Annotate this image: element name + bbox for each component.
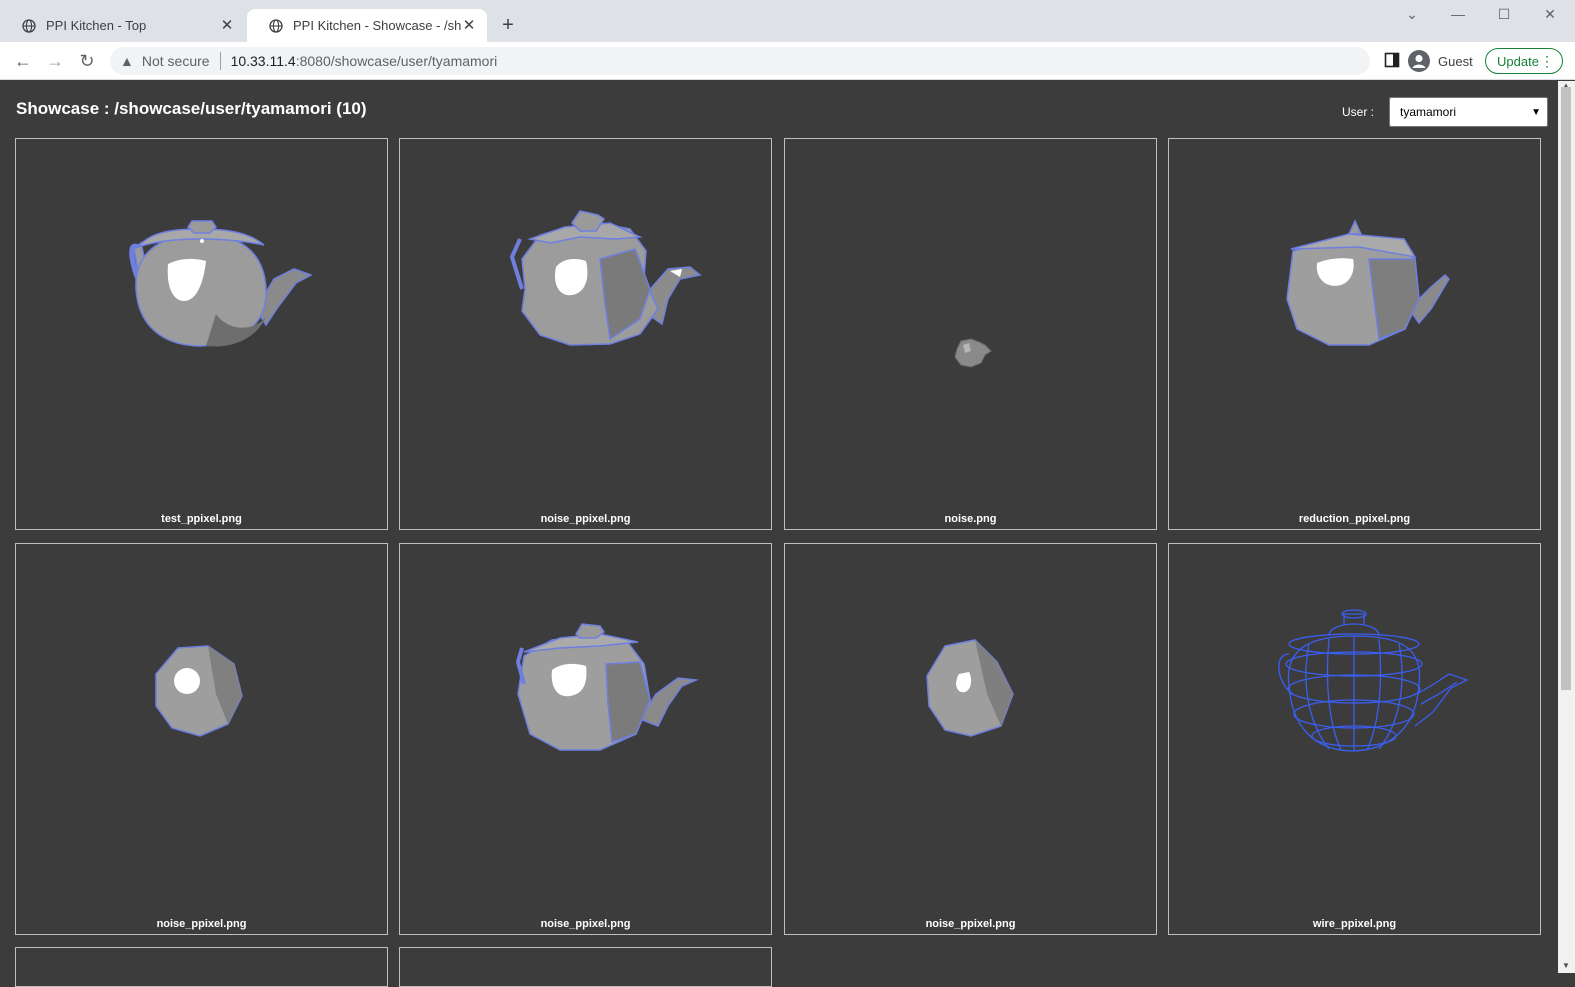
user-select[interactable]: tyamamori ▼ bbox=[1389, 97, 1548, 127]
user-select-value: tyamamori bbox=[1400, 105, 1457, 119]
update-label: Update bbox=[1497, 53, 1539, 69]
profile-label: Guest bbox=[1438, 53, 1473, 69]
showcase-card[interactable]: wire_ppixel.png bbox=[1168, 543, 1541, 935]
showcase-card[interactable]: reduction_ppixel.png bbox=[1168, 138, 1541, 530]
wireframe-teapot-thumbnail bbox=[1278, 609, 1469, 752]
url-path: :8080/showcase/user/tyamamori bbox=[295, 53, 498, 69]
teapot-thumbnail bbox=[954, 338, 992, 368]
rock-thumbnail bbox=[926, 639, 1014, 737]
tab-showcase[interactable]: PPI Kitchen - Showcase - /showcase/user/… bbox=[247, 9, 487, 42]
showcase-card[interactable]: noise.png bbox=[784, 138, 1157, 530]
showcase-card[interactable]: noise_ppixel.png bbox=[784, 543, 1157, 935]
tab-top[interactable]: PPI Kitchen - Top ✕ bbox=[0, 9, 245, 42]
more-menu-icon[interactable]: ⋮ bbox=[1540, 52, 1554, 70]
card-caption: reduction_ppixel.png bbox=[1298, 513, 1411, 525]
tab-strip: PPI Kitchen - Top ✕ PPI Kitchen - Showca… bbox=[0, 0, 1575, 42]
card-caption: noise_ppixel.png bbox=[925, 918, 1016, 930]
card-caption: test_ppixel.png bbox=[161, 513, 242, 525]
reload-icon[interactable]: ↻ bbox=[74, 49, 100, 73]
scrollbar[interactable]: ▲ ▼ bbox=[1558, 81, 1575, 973]
maximize-icon[interactable]: ☐ bbox=[1490, 6, 1518, 26]
showcase-card[interactable]: noise_ppixel.png bbox=[399, 543, 772, 935]
security-label: Not secure bbox=[141, 53, 210, 69]
globe-icon bbox=[22, 18, 36, 33]
card-caption: noise.png bbox=[944, 513, 997, 525]
teapot-thumbnail bbox=[129, 220, 313, 347]
card-caption: noise_ppixel.png bbox=[540, 918, 631, 930]
card-caption: noise_ppixel.png bbox=[156, 918, 247, 930]
forward-arrow-icon[interactable]: → bbox=[42, 49, 68, 73]
showcase-card[interactable]: noise_ppixel.png bbox=[15, 543, 388, 935]
address-bar[interactable]: ▲ Not secure 10.33.11.4:8080/showcase/us… bbox=[110, 47, 1370, 75]
minimize-icon[interactable]: — bbox=[1444, 6, 1472, 26]
profile-button[interactable]: Guest bbox=[1408, 48, 1473, 74]
side-panel-icon[interactable] bbox=[1384, 52, 1400, 68]
back-arrow-icon[interactable]: ← bbox=[10, 49, 36, 73]
url-host: 10.33.11.4 bbox=[230, 53, 296, 69]
scrollbar-thumb[interactable] bbox=[1561, 87, 1571, 690]
close-tab-icon[interactable]: ✕ bbox=[219, 17, 235, 34]
page-title: Showcase : /showcase/user/tyamamori (10) bbox=[16, 99, 367, 118]
showcase-card[interactable] bbox=[15, 947, 388, 987]
globe-icon bbox=[269, 18, 283, 33]
sphere-thumbnail bbox=[155, 645, 243, 737]
new-tab-button[interactable]: + bbox=[497, 14, 519, 36]
close-tab-icon[interactable]: ✕ bbox=[461, 17, 477, 34]
showcase-card[interactable] bbox=[399, 947, 772, 987]
page-content: Showcase : /showcase/user/tyamamori (10)… bbox=[0, 81, 1575, 987]
card-caption: noise_ppixel.png bbox=[540, 513, 631, 525]
tab-title: PPI Kitchen - Top bbox=[46, 18, 147, 33]
chevron-down-icon: ▼ bbox=[1531, 107, 1541, 118]
close-window-icon[interactable]: ✕ bbox=[1536, 6, 1564, 26]
update-button[interactable]: Update ⋮ bbox=[1485, 48, 1563, 74]
warning-icon: ▲ bbox=[120, 53, 134, 69]
tab-title: PPI Kitchen - Showcase - /showcase/user/… bbox=[293, 18, 461, 33]
teapot-thumbnail bbox=[1286, 219, 1450, 346]
scroll-down-icon[interactable]: ▼ bbox=[1562, 961, 1570, 970]
showcase-card[interactable]: test_ppixel.png bbox=[15, 138, 388, 530]
showcase-card[interactable]: noise_ppixel.png bbox=[399, 138, 772, 530]
teapot-thumbnail bbox=[509, 210, 702, 346]
divider bbox=[219, 52, 221, 70]
avatar bbox=[1408, 50, 1430, 72]
card-caption: wire_ppixel.png bbox=[1312, 918, 1397, 930]
teapot-thumbnail bbox=[515, 623, 699, 751]
browser-toolbar: ← → ↻ ▲ Not secure 10.33.11.4:8080/showc… bbox=[0, 42, 1575, 80]
tab-search-chevron-icon[interactable]: ⌄ bbox=[1398, 6, 1426, 26]
user-label: User : bbox=[1342, 105, 1375, 119]
